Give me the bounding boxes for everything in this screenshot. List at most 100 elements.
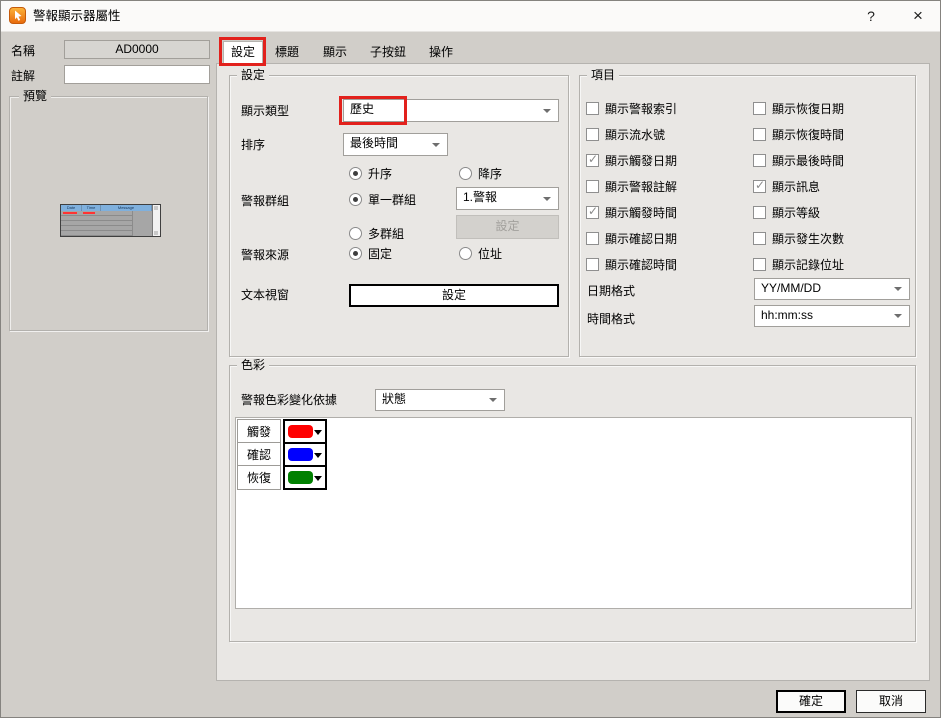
radio-icon[interactable]: [349, 167, 362, 180]
recovery-label: 恢復: [237, 465, 281, 490]
checkbox-icon[interactable]: [753, 128, 766, 141]
comment-label: 註解: [11, 68, 35, 84]
checkbox-label: 顯示確認時間: [605, 256, 677, 273]
checkbox-show-ack-time[interactable]: 顯示確認時間: [586, 256, 677, 272]
chevron-down-icon: [894, 314, 902, 318]
chevron-down-icon: [543, 109, 551, 113]
source-fixed-radio[interactable]: 固定: [349, 245, 392, 261]
radio-icon[interactable]: [349, 227, 362, 240]
checkbox-icon[interactable]: [586, 102, 599, 115]
checkbox-icon[interactable]: [753, 232, 766, 245]
trigger-color-row: 觸發: [237, 420, 327, 444]
sort-label: 排序: [241, 137, 265, 153]
checkbox-show-alarm-index[interactable]: 顯示警報索引: [586, 100, 677, 116]
display-type-value: 歷史: [350, 102, 374, 116]
tab-subbuttons[interactable]: 子按鈕: [361, 42, 415, 62]
checkbox-show-serial-number[interactable]: 顯示流水號: [586, 126, 665, 142]
color-swatch: [288, 425, 313, 438]
alarm-display-properties-dialog: 警報顯示器屬性 ? × 名稱 AD0000 註解 預覽 Date Time Me…: [0, 0, 941, 718]
preview-legend: 預覽: [19, 89, 51, 104]
date-format-label: 日期格式: [587, 283, 635, 299]
checkbox-icon[interactable]: [586, 154, 599, 167]
single-group-radio[interactable]: 單一群組: [349, 191, 416, 207]
cancel-button[interactable]: 取消: [856, 690, 926, 713]
color-basis-label: 警報色彩變化依據: [241, 392, 337, 408]
checkbox-icon[interactable]: [586, 206, 599, 219]
checkbox-show-last-time[interactable]: 顯示最後時間: [753, 152, 844, 168]
checkbox-icon[interactable]: [753, 258, 766, 271]
recovery-color-picker[interactable]: [283, 465, 327, 490]
checkbox-icon[interactable]: [586, 232, 599, 245]
alarm-group-label: 警報群組: [241, 193, 289, 209]
checkbox-icon[interactable]: [753, 180, 766, 193]
ok-button[interactable]: 確定: [776, 690, 846, 713]
fixed-label: 固定: [368, 245, 392, 262]
source-address-radio[interactable]: 位址: [459, 245, 502, 261]
checkbox-show-message[interactable]: 顯示訊息: [753, 178, 820, 194]
preview-scrollbar: [152, 205, 160, 236]
checkbox-icon[interactable]: [753, 154, 766, 167]
radio-icon[interactable]: [459, 247, 472, 260]
chevron-down-icon: [314, 476, 322, 481]
window-title: 警報顯示器屬性: [33, 1, 121, 31]
items-legend: 項目: [587, 68, 619, 83]
checkbox-show-record-address[interactable]: 顯示記錄位址: [753, 256, 844, 272]
tab-settings[interactable]: 設定: [223, 41, 263, 64]
checkbox-label: 顯示流水號: [605, 126, 665, 143]
checkbox-icon[interactable]: [586, 128, 599, 141]
alarm-group-value: 1.警報: [463, 190, 497, 204]
checkbox-show-occurrence-count[interactable]: 顯示發生次數: [753, 230, 844, 246]
trigger-color-picker[interactable]: [283, 419, 327, 444]
name-field: AD0000: [64, 40, 210, 59]
time-format-label: 時間格式: [587, 311, 635, 327]
title-bar: 警報顯示器屬性 ? ×: [1, 1, 940, 32]
chevron-down-icon: [314, 430, 322, 435]
checkbox-icon[interactable]: [586, 180, 599, 193]
checkbox-icon[interactable]: [753, 206, 766, 219]
checkbox-show-alarm-comment[interactable]: 顯示警報註解: [586, 178, 677, 194]
help-button[interactable]: ?: [857, 1, 885, 31]
radio-icon[interactable]: [459, 167, 472, 180]
close-button[interactable]: ×: [902, 1, 934, 31]
checkbox-show-trigger-time[interactable]: 顯示觸發時間: [586, 204, 677, 220]
multi-group-radio[interactable]: 多群組: [349, 225, 404, 241]
color-basis-select[interactable]: 狀態: [375, 389, 505, 411]
checkbox-icon[interactable]: [753, 102, 766, 115]
sort-descending-radio[interactable]: 降序: [459, 165, 502, 181]
checkbox-icon[interactable]: [586, 258, 599, 271]
checkbox-show-level[interactable]: 顯示等級: [753, 204, 820, 220]
text-window-label: 文本視窗: [241, 287, 289, 303]
radio-icon[interactable]: [349, 193, 362, 206]
ack-color-picker[interactable]: [283, 442, 327, 467]
checkbox-show-recovery-time[interactable]: 顯示恢復時間: [753, 126, 844, 142]
checkbox-label: 顯示最後時間: [772, 152, 844, 169]
checkbox-label: 顯示發生次數: [772, 230, 844, 247]
preview-row: [61, 231, 133, 236]
multi-group-settings-button: 設定: [456, 215, 559, 239]
sort-select[interactable]: 最後時間: [343, 133, 448, 156]
checkbox-show-recovery-date[interactable]: 顯示恢復日期: [753, 100, 844, 116]
checkbox-show-ack-date[interactable]: 顯示確認日期: [586, 230, 677, 246]
descending-label: 降序: [478, 165, 502, 182]
tab-operation[interactable]: 操作: [421, 42, 461, 62]
date-format-select[interactable]: YY/MM/DD: [754, 278, 910, 300]
tab-title[interactable]: 標題: [267, 42, 307, 62]
radio-icon[interactable]: [349, 247, 362, 260]
ascending-label: 升序: [368, 165, 392, 182]
alarm-source-label: 警報來源: [241, 247, 289, 263]
recovery-color-row: 恢復: [237, 466, 327, 490]
time-format-select[interactable]: hh:mm:ss: [754, 305, 910, 327]
checkbox-show-trigger-date[interactable]: 顯示觸發日期: [586, 152, 677, 168]
alarm-group-select[interactable]: 1.警報: [456, 187, 559, 210]
sort-ascending-radio[interactable]: 升序: [349, 165, 392, 181]
checkbox-label: 顯示觸發時間: [605, 204, 677, 221]
settings-legend: 設定: [237, 68, 269, 83]
color-legend: 色彩: [237, 358, 269, 373]
comment-input[interactable]: [64, 65, 210, 84]
display-type-select[interactable]: 歷史: [343, 99, 559, 122]
tab-display[interactable]: 顯示: [315, 42, 355, 62]
chevron-down-icon: [489, 398, 497, 402]
checkbox-label: 顯示記錄位址: [772, 256, 844, 273]
chevron-down-icon: [432, 143, 440, 147]
text-window-settings-button[interactable]: 設定: [349, 284, 559, 307]
